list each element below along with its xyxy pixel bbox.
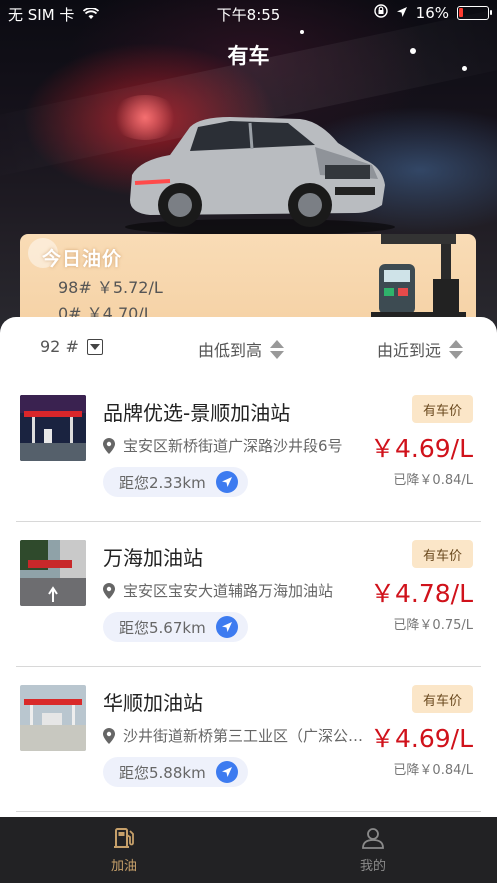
- distance-pill[interactable]: 距您5.67km: [103, 612, 248, 642]
- distance-text: 距您2.33km: [119, 473, 206, 492]
- station-photo: [20, 685, 86, 751]
- station-address: 宝安区宝安大道辅路万海加油站: [103, 580, 365, 601]
- battery-percent: 16%: [415, 4, 449, 22]
- tab-bar: 加油 我的: [0, 817, 497, 883]
- status-bar: 无 SIM 卡 下午8:55 16%: [0, 0, 497, 28]
- station-list-sheet: 92 # 由低到高 由近到远 品牌优选-景顺加油站 宝安区新桥街道广深路沙井段6…: [0, 317, 497, 817]
- distance-text: 距您5.67km: [119, 618, 206, 637]
- tab-mine[interactable]: 我的: [249, 817, 497, 883]
- member-price-badge: 有车价: [412, 685, 473, 713]
- station-item[interactable]: 华顺加油站 沙井街道新桥第三工业区（广深公路旁） 距您5.88km 有车价 ￥4…: [0, 667, 497, 812]
- station-price: ￥4.69/L: [369, 434, 473, 463]
- station-address: 宝安区新桥街道广深路沙井段6号: [103, 435, 365, 456]
- fuel-type-label: 92 #: [40, 337, 79, 356]
- station-price: ￥4.69/L: [369, 724, 473, 753]
- distance-pill[interactable]: 距您5.88km: [103, 757, 248, 787]
- price-sort-label: 由低到高: [198, 341, 263, 360]
- oil-card-title: 今日油价: [42, 248, 123, 270]
- car-image: [125, 117, 395, 235]
- battery-fill: [459, 8, 463, 17]
- navigate-icon[interactable]: [215, 471, 238, 493]
- navigate-icon[interactable]: [215, 616, 238, 638]
- battery-icon: [457, 6, 492, 20]
- status-right: 16%: [373, 4, 492, 22]
- price-sort-filter[interactable]: 由低到高: [198, 337, 285, 361]
- hero-banner: 无 SIM 卡 下午8:55 16% 有车 今日油价 98# ￥5.72/L 0…: [0, 0, 497, 340]
- fuel-type-filter[interactable]: 92 #: [40, 337, 103, 356]
- price-drop: 已降￥0.75/L: [393, 618, 473, 633]
- address-text: 宝安区宝安大道辅路万海加油站: [123, 582, 334, 600]
- tab-fuel[interactable]: 加油: [0, 817, 248, 883]
- location-arrow-icon: [396, 4, 408, 22]
- station-name: 万海加油站: [103, 546, 203, 570]
- station-address: 沙井街道新桥第三工业区（广深公路旁）: [103, 725, 365, 746]
- station-price: ￥4.78/L: [369, 579, 473, 608]
- address-text: 宝安区新桥街道广深路沙井段6号: [123, 437, 343, 455]
- fuel-pump-icon: [114, 827, 134, 848]
- station-name: 华顺加油站: [103, 691, 203, 715]
- sort-arrows-icon: [449, 339, 464, 359]
- location-pin-icon: [103, 727, 115, 744]
- tab-fuel-label: 加油: [110, 858, 137, 874]
- location-pin-icon: [103, 437, 115, 454]
- distance-sort-label: 由近到远: [377, 341, 442, 360]
- filter-bar: 92 # 由低到高 由近到远: [0, 317, 497, 377]
- station-photo: [20, 540, 86, 606]
- distance-sort-filter[interactable]: 由近到远: [377, 337, 464, 361]
- member-price-badge: 有车价: [412, 395, 473, 423]
- station-item[interactable]: 万海加油站 宝安区宝安大道辅路万海加油站 距您5.67km 有车价 ￥4.78/…: [0, 522, 497, 667]
- page-title: 有车: [227, 44, 270, 68]
- tab-mine-label: 我的: [359, 858, 386, 874]
- distance-pill[interactable]: 距您2.33km: [103, 467, 248, 497]
- price-drop: 已降￥0.84/L: [393, 473, 473, 488]
- ceiling-light: [300, 30, 304, 34]
- station-photo: [20, 395, 86, 461]
- price-drop: 已降￥0.84/L: [393, 763, 473, 778]
- distance-text: 距您5.88km: [119, 763, 206, 782]
- rotation-lock-icon: [373, 4, 388, 22]
- member-price-badge: 有车价: [412, 540, 473, 568]
- address-text: 沙井街道新桥第三工业区（广深公路旁）: [123, 727, 365, 745]
- divider: [16, 811, 481, 812]
- station-item[interactable]: 品牌优选-景顺加油站 宝安区新桥街道广深路沙井段6号 距您2.33km 有车价 …: [0, 377, 497, 522]
- sort-arrows-icon: [270, 339, 285, 359]
- user-icon: [362, 827, 384, 849]
- location-pin-icon: [103, 582, 115, 599]
- navigate-icon[interactable]: [215, 761, 238, 783]
- station-name: 品牌优选-景顺加油站: [103, 401, 291, 425]
- oil-price-row: 98# ￥5.72/L: [58, 278, 163, 297]
- dropdown-icon: [86, 338, 103, 355]
